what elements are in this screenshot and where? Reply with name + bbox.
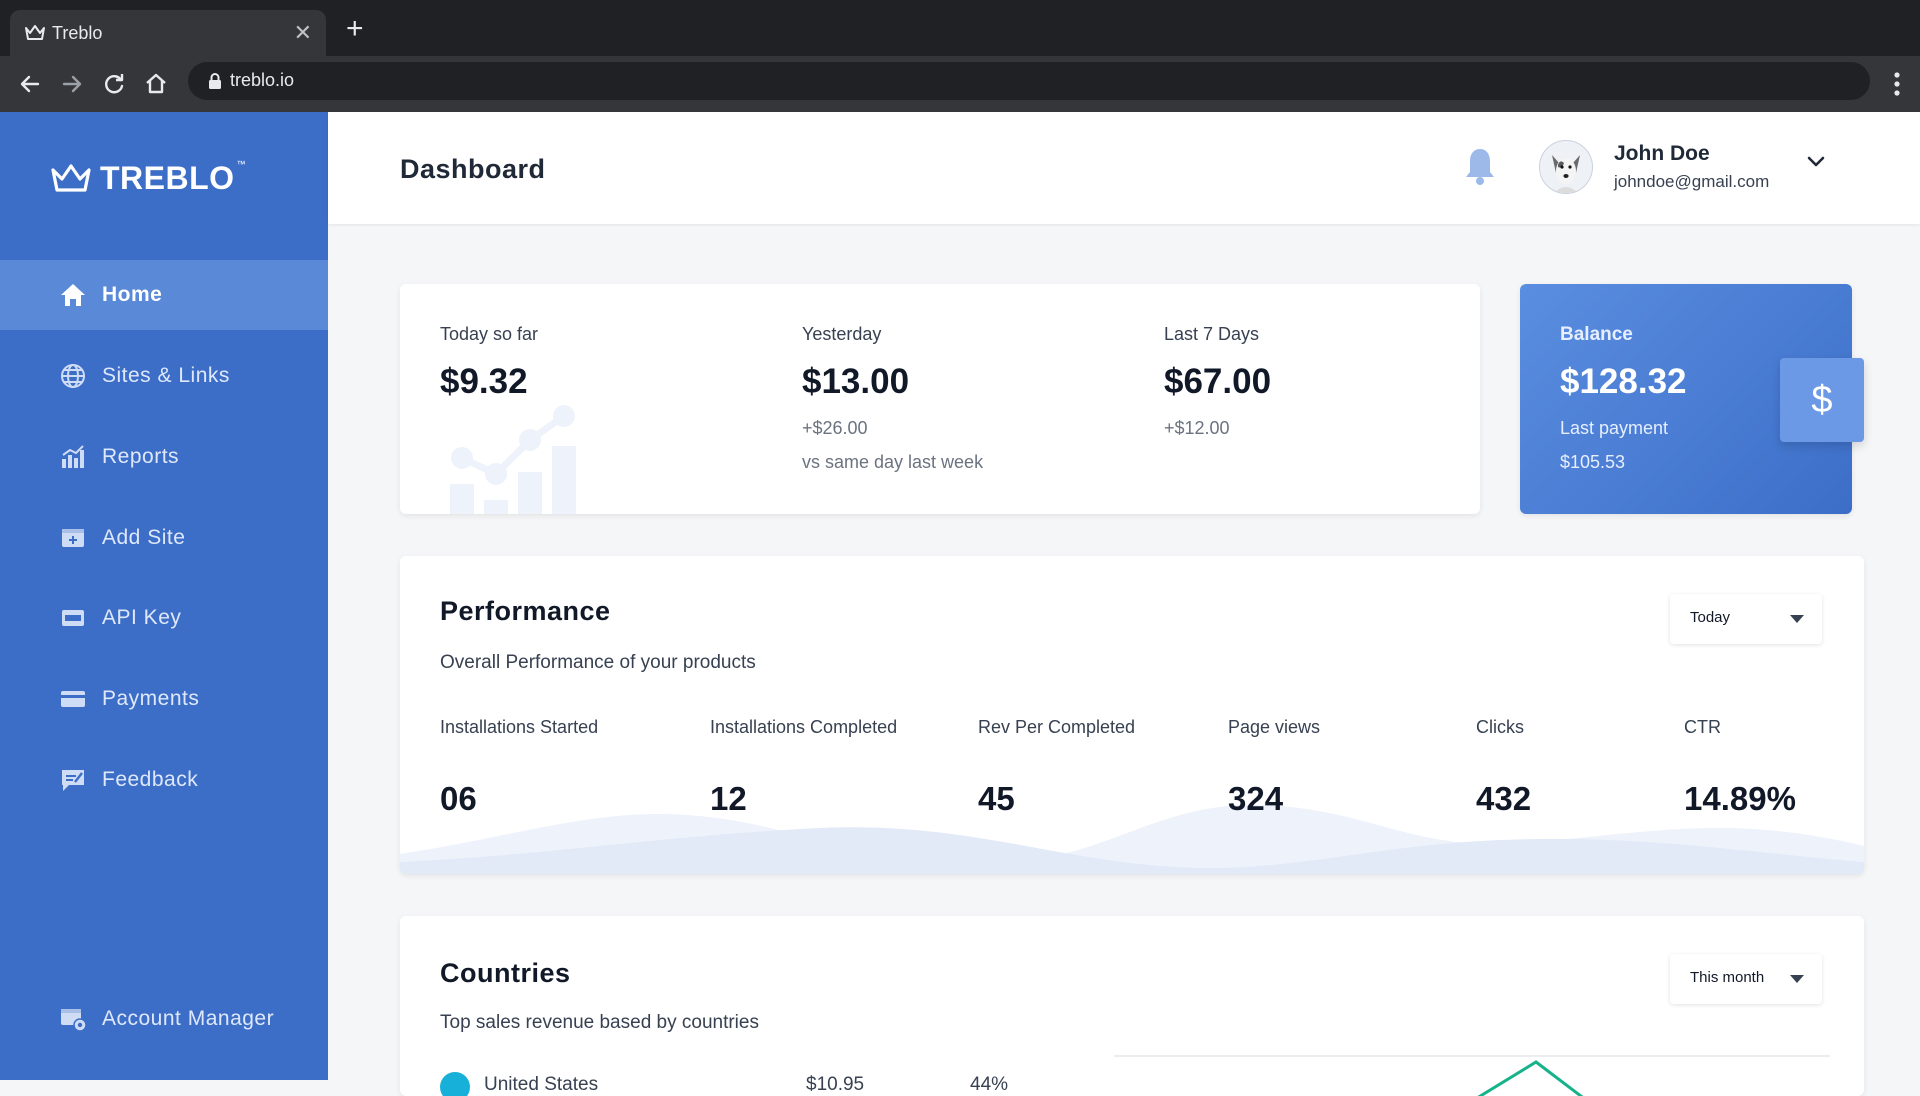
- page-title: Dashboard: [400, 154, 546, 184]
- sidebar-item-label: Reports: [102, 445, 180, 468]
- country-revenue: $10.95: [806, 1074, 865, 1095]
- today-label: Today so far: [440, 324, 539, 344]
- close-icon[interactable]: ✕: [294, 22, 312, 44]
- countries-subtitle: Top sales revenue based by countries: [440, 1012, 759, 1033]
- last-7-days-label: Last 7 Days: [1164, 324, 1260, 344]
- metric-label: Page views: [1228, 717, 1321, 737]
- countries-range-value: This month: [1690, 969, 1765, 986]
- dollar-icon: $: [1780, 358, 1864, 442]
- sidebar-item-payments[interactable]: Payments: [0, 664, 328, 734]
- performance-title: Performance: [440, 596, 611, 626]
- avatar[interactable]: [1539, 140, 1593, 194]
- crown-logo-icon: [51, 164, 91, 192]
- chevron-down-icon[interactable]: [1806, 152, 1826, 172]
- api-key-icon: [62, 610, 84, 626]
- metric-label: Installations Completed: [710, 717, 898, 737]
- browser-tab[interactable]: Treblo ✕: [10, 10, 326, 56]
- bell-icon[interactable]: [1463, 146, 1497, 188]
- user-name[interactable]: John Doe: [1614, 142, 1710, 166]
- sidebar-item-label: Sites & Links: [102, 364, 230, 387]
- sidebar-item-label: Add Site: [102, 526, 186, 549]
- feedback-icon: [62, 770, 84, 791]
- forward-icon[interactable]: [56, 68, 88, 100]
- sidebar-item-label: Payments: [102, 687, 200, 710]
- last-7-days-value: $67.00: [1164, 362, 1272, 401]
- performance-wave-decoration: [400, 804, 1864, 874]
- country-name: United States: [484, 1074, 599, 1095]
- caret-down-icon: [1790, 975, 1804, 983]
- crown-icon: [25, 25, 45, 40]
- card-icon: [61, 691, 85, 707]
- sidebar-item-label: API Key: [102, 606, 182, 629]
- earnings-summary-card: Today so far $9.32 Yesterday $13.00 +$26…: [400, 284, 1480, 514]
- metric-label: CTR: [1684, 717, 1721, 737]
- growth-chart-icon: [450, 405, 576, 514]
- caret-down-icon: [1790, 615, 1804, 623]
- last-payment-label: Last payment: [1560, 418, 1669, 438]
- user-email: johndoe@gmail.com: [1614, 172, 1770, 191]
- browser-tabstrip: Treblo ✕ +: [0, 0, 1920, 56]
- back-icon[interactable]: [14, 68, 46, 100]
- sidebar-item-add-site[interactable]: Add Site: [0, 503, 328, 573]
- country-percent: 44%: [970, 1074, 1009, 1095]
- yesterday-change: +$26.00: [802, 418, 868, 438]
- metric-value: 324: [1228, 780, 1284, 817]
- performance-card: Performance Overall Performance of your …: [400, 556, 1864, 874]
- metric-label: Installations Started: [440, 717, 599, 737]
- metric-value: 14.89%: [1684, 780, 1796, 817]
- sidebar-item-label: Feedback: [102, 768, 199, 791]
- sidebar: TREBLO ™ Home Sites & Links Reports Add …: [0, 112, 328, 1080]
- yesterday-label: Yesterday: [802, 324, 882, 344]
- metric-value: 12: [710, 780, 747, 817]
- sidebar-item-feedback[interactable]: Feedback: [0, 745, 328, 815]
- metric-value: 06: [440, 780, 477, 817]
- balance-value: $128.32: [1560, 362, 1687, 401]
- yesterday-value: $13.00: [802, 362, 910, 401]
- address-bar[interactable]: treblo.io: [188, 62, 1870, 100]
- performance-range-value: Today: [1690, 609, 1731, 626]
- brand-name: TREBLO: [100, 159, 235, 196]
- tab-title: Treblo: [52, 23, 103, 43]
- today-value: $9.32: [440, 362, 528, 401]
- countries-card: Countries Top sales revenue based by cou…: [400, 916, 1864, 1096]
- lock-icon: [209, 73, 221, 89]
- balance-label: Balance: [1560, 324, 1633, 345]
- countries-line-chart: [1114, 1055, 1830, 1096]
- performance-subtitle: Overall Performance of your products: [440, 652, 756, 673]
- brand-logo[interactable]: TREBLO ™: [50, 158, 246, 198]
- metric-value: 45: [978, 780, 1015, 817]
- metric-label: Rev Per Completed: [978, 717, 1136, 737]
- chart-icon: [62, 445, 84, 468]
- countries-range-select[interactable]: This month: [1670, 954, 1822, 1004]
- globe-icon: [61, 364, 85, 388]
- sidebar-item-account-manager[interactable]: Account Manager: [0, 984, 328, 1054]
- url-text: treblo.io: [230, 70, 295, 90]
- last-7-days-change: +$12.00: [1164, 418, 1230, 438]
- countries-title: Countries: [440, 958, 571, 988]
- dog-avatar-icon: [1540, 141, 1592, 193]
- metric-value: 432: [1476, 780, 1532, 817]
- sidebar-item-label: Home: [102, 283, 163, 306]
- performance-range-select[interactable]: Today: [1670, 594, 1822, 644]
- top-header: Dashboard John Doe johndoe@gmail.com: [328, 112, 1920, 224]
- account-manager-icon: [61, 1009, 86, 1032]
- sidebar-item-sites-links[interactable]: Sites & Links: [0, 341, 328, 411]
- home-browser-icon[interactable]: [140, 68, 172, 100]
- sidebar-item-label: Account Manager: [102, 1007, 275, 1030]
- sidebar-item-home[interactable]: Home: [0, 260, 328, 330]
- new-tab-icon[interactable]: +: [346, 14, 364, 44]
- country-color-dot: [440, 1072, 470, 1096]
- reload-icon[interactable]: [98, 68, 130, 100]
- sidebar-item-reports[interactable]: Reports: [0, 422, 328, 492]
- yesterday-note: vs same day last week: [802, 452, 984, 472]
- home-icon: [61, 284, 85, 306]
- last-payment-value: $105.53: [1560, 452, 1626, 472]
- brand-trademark: ™: [236, 159, 246, 169]
- sidebar-item-api-key[interactable]: API Key: [0, 583, 328, 653]
- menu-icon[interactable]: [1894, 70, 1900, 98]
- add-site-icon: [62, 529, 84, 547]
- metric-label: Clicks: [1476, 717, 1524, 737]
